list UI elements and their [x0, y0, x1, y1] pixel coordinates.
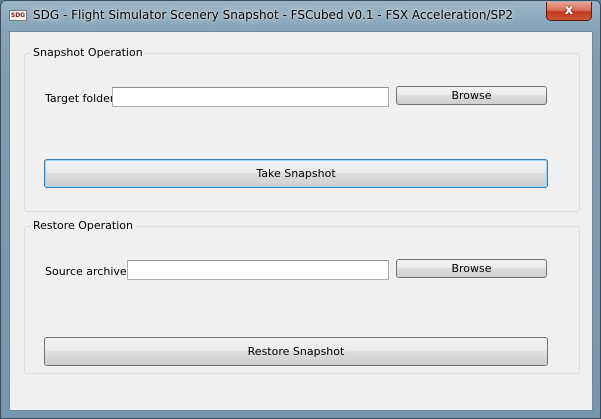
title-bar[interactable]: SDG SDG - Flight Simulator Scenery Snaps… — [1, 1, 600, 31]
close-icon: x — [564, 3, 574, 18]
target-folder-label: Target folder — [45, 92, 115, 105]
target-browse-button[interactable]: Browse — [396, 86, 547, 105]
take-snapshot-button[interactable]: Take Snapshot — [44, 159, 548, 188]
app-window: SDG SDG - Flight Simulator Scenery Snaps… — [0, 0, 601, 419]
window-title: SDG - Flight Simulator Scenery Snapshot … — [33, 8, 513, 22]
snapshot-group-title: Snapshot Operation — [31, 46, 145, 59]
restore-group-title: Restore Operation — [31, 219, 135, 232]
source-browse-button[interactable]: Browse — [396, 259, 547, 278]
target-folder-input[interactable] — [112, 87, 389, 107]
app-icon: SDG — [9, 10, 27, 21]
source-archive-label: Source archive — [45, 265, 127, 278]
restore-snapshot-button[interactable]: Restore Snapshot — [44, 337, 548, 366]
client-area: Snapshot Operation Target folder Browse … — [9, 31, 593, 411]
snapshot-operation-group: Snapshot Operation — [24, 46, 580, 212]
source-archive-input[interactable] — [127, 260, 389, 280]
close-button[interactable]: x — [546, 2, 592, 21]
